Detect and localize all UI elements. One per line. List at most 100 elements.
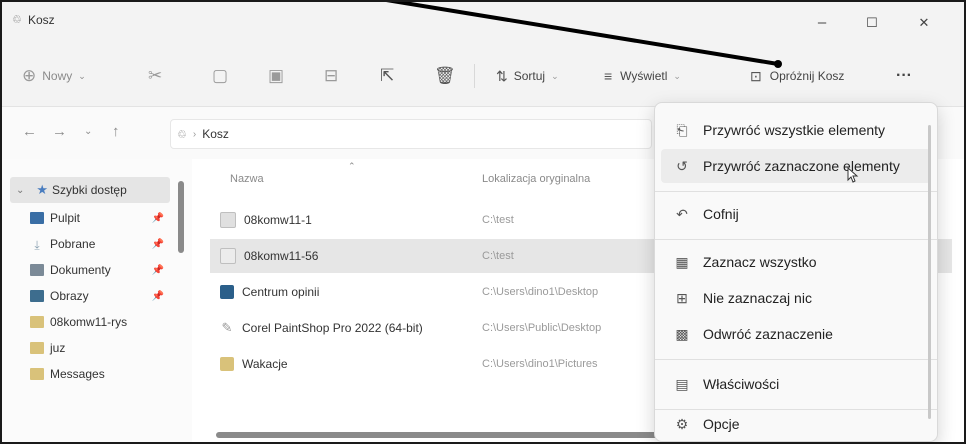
sidebar-item-documents[interactable]: Dokumenty 📌 (30, 257, 170, 283)
minimize-button[interactable]: – (802, 6, 842, 40)
file-icon (220, 248, 236, 264)
menu-item-select-all[interactable]: ▦ Zaznacz wszystko (661, 245, 931, 279)
sidebar-scrollbar[interactable] (178, 181, 184, 253)
sidebar-item-desktop[interactable]: Pulpit 📌 (30, 205, 170, 231)
breadcrumb[interactable]: ♲ › Kosz (170, 119, 652, 149)
file-name: 08komw11-1 (244, 213, 312, 227)
invert-selection-icon: ▩ (675, 325, 689, 342)
pin-icon[interactable]: 📌 (152, 291, 164, 302)
plus-circle-icon: ⊕ (22, 66, 37, 85)
cut-button[interactable]: ✂ (148, 60, 162, 92)
forward-arrow-icon[interactable]: → (52, 123, 67, 140)
menu-item-restore-selected[interactable]: ↺ Przywróć zaznaczone elementy (661, 149, 931, 183)
cut-icon: ✂ (148, 66, 163, 85)
menu-item-label: Przywróć zaznaczone elementy (703, 158, 900, 174)
column-header-location[interactable]: Lokalizacja oryginalna (482, 173, 590, 185)
file-name: Wakacje (242, 357, 288, 371)
paste-button[interactable]: ▣ (268, 60, 284, 92)
chevron-down-icon: ⌄ (78, 70, 86, 81)
menu-item-label: Przywróć wszystkie elementy (703, 122, 886, 138)
delete-button[interactable]: 🗑 (434, 60, 456, 92)
menu-item-invert-selection[interactable]: ▩ Odwróć zaznaczenie (661, 317, 931, 351)
menu-item-options[interactable]: ⚙ Opcje (661, 407, 931, 441)
chevron-down-icon: ⌄ (16, 184, 25, 196)
menu-divider (655, 239, 937, 240)
rename-icon: ⊟ (324, 66, 339, 85)
properties-icon: ▤ (675, 375, 689, 392)
sort-button[interactable]: ⇅ Sortuj ⌄ (496, 60, 559, 92)
file-location: C:\Users\Public\Desktop (482, 322, 602, 334)
recycle-bin-icon: ♲ (12, 14, 22, 26)
folder-icon (30, 316, 44, 328)
folder-icon (30, 342, 44, 354)
sidebar-item-downloads[interactable]: ⤓ Pobrane 📌 (30, 231, 170, 257)
share-button[interactable]: ⇱ (380, 60, 394, 92)
file-icon (220, 212, 236, 228)
view-button[interactable]: ≡ Wyświetl ⌄ (604, 60, 681, 92)
menu-item-select-none[interactable]: ⊞ Nie zaznaczaj nic (661, 281, 931, 315)
new-label: Nowy (42, 69, 73, 83)
sidebar-item-label: Pulpit (50, 211, 81, 225)
view-label: Wyświetl (620, 69, 668, 83)
documents-icon (30, 264, 44, 276)
pin-icon[interactable]: 📌 (152, 213, 164, 224)
select-all-icon: ▦ (675, 253, 689, 270)
sidebar-item-messages[interactable]: Messages (30, 361, 170, 387)
copy-button[interactable]: ▢ (212, 60, 228, 92)
more-options-button[interactable]: ··· (896, 60, 912, 92)
sidebar-item-label: Szybki dostęp (52, 183, 127, 197)
menu-scrollbar[interactable] (928, 125, 931, 419)
title-bar: ♲ Kosz – ☐ ✕ (2, 2, 964, 46)
back-arrow-icon[interactable]: ← (22, 123, 37, 140)
recycle-bin-icon: ♲ (177, 128, 187, 141)
sidebar-item-quick-access[interactable]: ⌄ ★ Szybki dostęp (10, 177, 170, 203)
menu-item-label: Odwróć zaznaczenie (703, 326, 833, 342)
trash-icon: 🗑 (434, 66, 456, 85)
sidebar-item-juz[interactable]: juz (30, 335, 170, 361)
file-name: 08komw11-56 (244, 249, 319, 263)
pin-icon[interactable]: 📌 (152, 239, 164, 250)
sidebar-item-label: 08komw11-rys (50, 315, 128, 329)
folder-icon (30, 368, 44, 380)
file-explorer-window: ♲ Kosz – ☐ ✕ ⊕ Nowy ⌄ ✂ ▢ ▣ ⊟ ⇱ 🗑 ⇅ Sort… (0, 0, 966, 444)
maximize-button[interactable]: ☐ (852, 6, 892, 40)
chevron-right-icon: › (192, 128, 197, 140)
restore-all-icon: ⎗ (676, 121, 688, 138)
rename-button[interactable]: ⊟ (324, 60, 338, 92)
pictures-icon (30, 290, 44, 302)
paste-icon: ▣ (268, 66, 285, 85)
sort-label: Sortuj (513, 69, 546, 83)
sidebar-item-label: juz (50, 341, 66, 355)
sidebar-item-label: Messages (50, 367, 105, 381)
restore-selected-icon: ↺ (676, 157, 688, 174)
divider (474, 64, 475, 88)
file-name: Corel PaintShop Pro 2022 (64-bit) (242, 321, 423, 335)
command-bar: ⊕ Nowy ⌄ ✂ ▢ ▣ ⊟ ⇱ 🗑 ⇅ Sortuj ⌄ ≡ Wyświe… (2, 46, 964, 107)
new-button[interactable]: ⊕ Nowy ⌄ (22, 60, 86, 92)
file-location: C:\test (482, 250, 514, 262)
navigation-pane: ⌄ ★ Szybki dostęp Pulpit 📌 ⤓ Pobrane 📌 D… (2, 159, 192, 442)
menu-item-label: Zaznacz wszystko (703, 254, 817, 270)
undo-icon: ↶ (676, 205, 688, 222)
menu-item-undo[interactable]: ↶ Cofnij (661, 197, 931, 231)
menu-item-label: Opcje (703, 416, 740, 432)
recent-locations-icon[interactable]: ⌄ (84, 126, 92, 137)
column-header-name[interactable]: Nazwa (230, 173, 264, 185)
sort-icon: ⇅ (496, 67, 508, 84)
menu-divider (655, 191, 937, 192)
file-location: C:\Users\dino1\Desktop (482, 286, 599, 298)
up-arrow-icon[interactable]: ↑ (112, 123, 120, 140)
menu-item-properties[interactable]: ▤ Właściwości (661, 367, 931, 401)
share-icon: ⇱ (380, 66, 395, 85)
breadcrumb-location[interactable]: Kosz (202, 127, 229, 141)
close-button[interactable]: ✕ (904, 6, 944, 40)
select-none-icon: ⊞ (676, 289, 688, 306)
sidebar-item-08komw11-rys[interactable]: 08komw11-rys (30, 309, 170, 335)
menu-item-restore-all[interactable]: ⎗ Przywróć wszystkie elementy (661, 113, 931, 147)
menu-divider (655, 359, 937, 360)
menu-item-label: Cofnij (703, 206, 739, 222)
folder-icon (220, 357, 234, 371)
pin-icon[interactable]: 📌 (152, 265, 164, 276)
sidebar-item-pictures[interactable]: Obrazy 📌 (30, 283, 170, 309)
empty-recycle-bin-button[interactable]: ⊡ Opróżnij Kosz (750, 60, 844, 92)
